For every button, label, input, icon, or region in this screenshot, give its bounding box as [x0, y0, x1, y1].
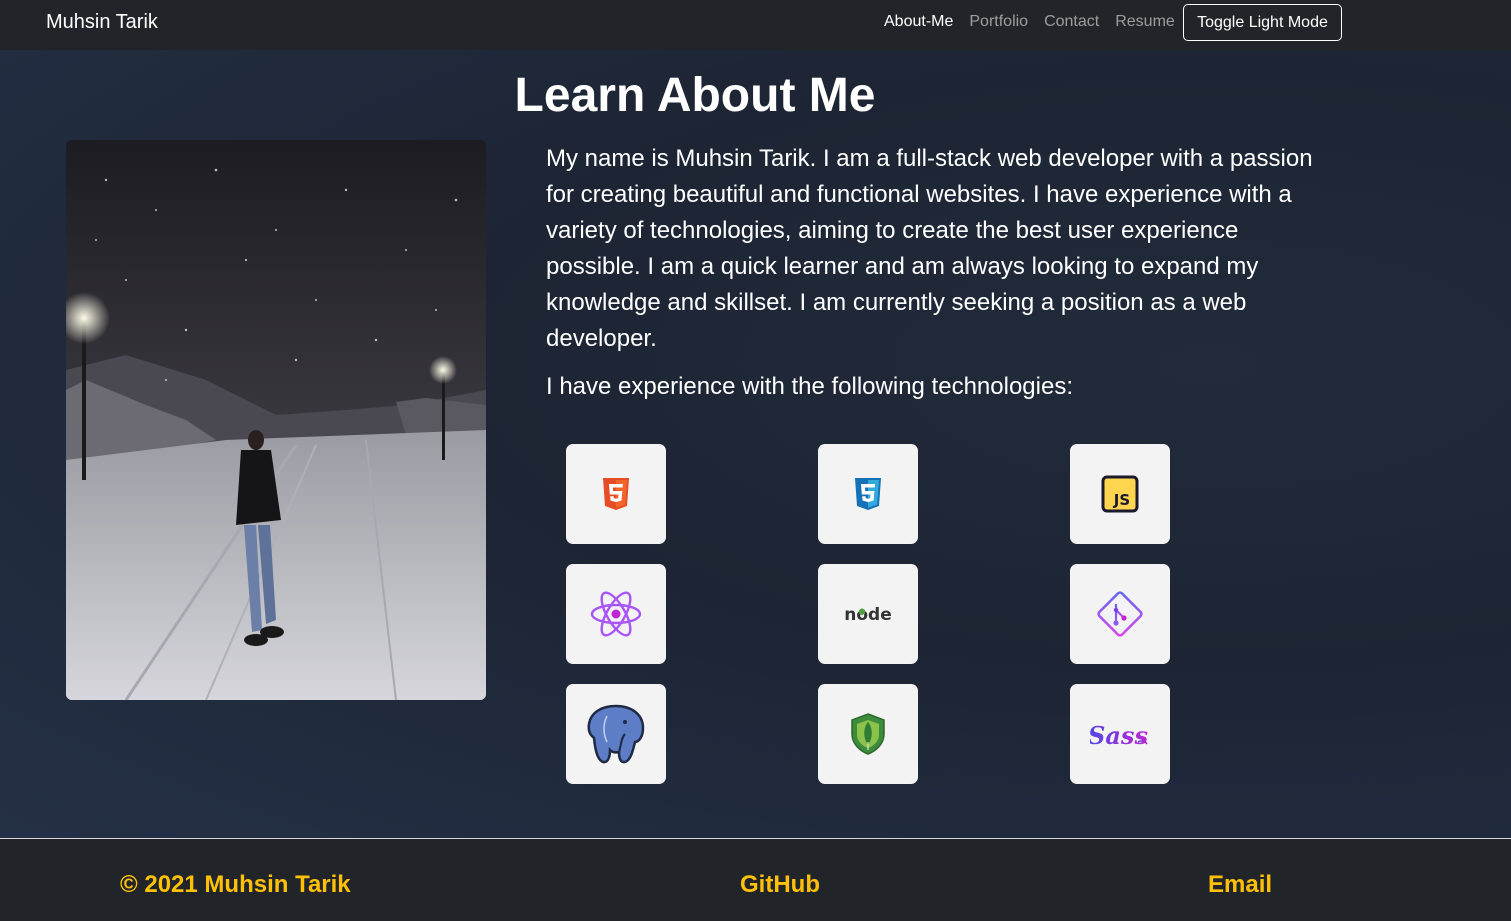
nav-links: About-Me Portfolio Contact Resume	[884, 13, 1175, 31]
svg-text:Sass: Sass	[1090, 721, 1148, 750]
git-icon	[1097, 591, 1143, 637]
tech-tile-sass: Sass	[1070, 684, 1170, 784]
profile-photo	[66, 140, 486, 700]
javascript-icon: JS	[1101, 475, 1139, 513]
react-icon	[590, 591, 642, 637]
tech-tile-mongodb	[818, 684, 918, 784]
brand-link[interactable]: Muhsin Tarik	[46, 11, 158, 34]
html5-icon	[603, 478, 629, 510]
tech-tile-javascript: JS	[1070, 444, 1170, 544]
svg-text:node: node	[844, 605, 891, 625]
tech-tile-react	[566, 564, 666, 664]
bio-paragraph: My name is Muhsin Tarik. I am a full-sta…	[546, 145, 1313, 352]
tech-tile-nodejs: node	[818, 564, 918, 664]
footer-email-link[interactable]: Email	[1208, 871, 1272, 899]
footer: © 2021 Muhsin Tarik GitHub Email	[0, 838, 1511, 921]
page-title: Learn About Me	[514, 69, 876, 122]
css3-icon	[855, 478, 881, 510]
sass-icon: Sass	[1090, 721, 1148, 750]
about-section: Learn About Me My name is Muhsin Tarik. …	[0, 50, 1511, 838]
nav-link-about-me[interactable]: About-Me	[884, 13, 953, 31]
navbar: Muhsin Tarik About-Me Portfolio Contact …	[0, 0, 1511, 50]
nav-link-portfolio[interactable]: Portfolio	[969, 13, 1028, 31]
svg-text:JS: JS	[1113, 491, 1130, 509]
tech-tile-css3	[818, 444, 918, 544]
nav-link-contact[interactable]: Contact	[1044, 13, 1099, 31]
footer-github-link[interactable]: GitHub	[740, 871, 820, 899]
tech-tile-git	[1070, 564, 1170, 664]
tech-tile-postgresql	[566, 684, 666, 784]
nav-link-resume[interactable]: Resume	[1115, 13, 1175, 31]
tech-intro: I have experience with the following tec…	[546, 373, 1073, 400]
nodejs-icon: node	[844, 605, 891, 625]
postgresql-icon	[587, 704, 645, 764]
tech-tile-html5	[566, 444, 666, 544]
footer-copyright: © 2021 Muhsin Tarik	[120, 871, 351, 898]
toggle-light-mode-button[interactable]: Toggle Light Mode	[1183, 4, 1342, 41]
mongodb-icon	[851, 713, 885, 755]
